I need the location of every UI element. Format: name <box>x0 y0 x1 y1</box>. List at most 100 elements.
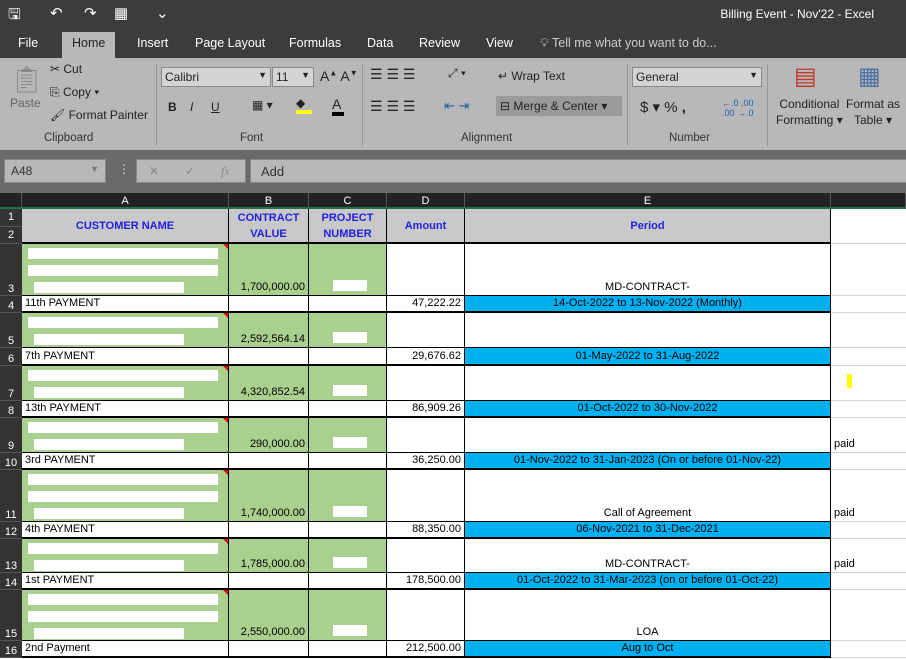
period-cell[interactable]: 01-Oct-2022 to 31-Mar-2023 (on or before… <box>465 573 831 590</box>
contract-value-cell[interactable] <box>229 641 309 658</box>
merge-center-button[interactable]: ⊟ Merge & Center ▾ <box>496 96 622 116</box>
contract-value-cell[interactable] <box>229 453 309 470</box>
amount-cell[interactable] <box>387 470 465 522</box>
project-number-cell[interactable] <box>309 348 387 366</box>
customer-name-cell[interactable]: 11th PAYMENT <box>22 296 229 313</box>
borders-icon[interactable]: ▦ ▾ <box>252 98 273 112</box>
project-number-cell[interactable] <box>309 470 387 522</box>
row-header-8[interactable]: 8 <box>0 401 22 418</box>
period-cell[interactable]: 01-Nov-2022 to 31-Jan-2023 (On or before… <box>465 453 831 470</box>
contract-value-cell[interactable]: 4,320,852.54 <box>229 366 309 401</box>
customer-name-cell[interactable]: 13th PAYMENT <box>22 401 229 418</box>
status-cell[interactable] <box>831 641 906 658</box>
amount-cell[interactable] <box>387 590 465 641</box>
amount-cell[interactable]: 88,350.00 <box>387 522 465 539</box>
form-icon[interactable]: ▦ <box>114 4 128 22</box>
font-name-select[interactable]: Calibri ▼ <box>161 67 271 87</box>
status-cell[interactable] <box>831 573 906 590</box>
conditional-formatting-button[interactable]: Conditional Formatting ▾ <box>776 96 843 128</box>
status-cell[interactable] <box>831 296 906 313</box>
name-box[interactable]: A48 ▼ <box>4 159 106 183</box>
italic-button[interactable]: I <box>190 100 193 114</box>
project-number-cell[interactable] <box>309 418 387 453</box>
tab-file[interactable]: File <box>18 36 38 50</box>
orientation-icon[interactable]: ⤢ ▾ <box>448 66 466 81</box>
contract-value-cell[interactable] <box>229 573 309 590</box>
status-cell[interactable] <box>831 590 906 641</box>
customer-name-cell[interactable]: 4th PAYMENT <box>22 522 229 539</box>
row-header-16[interactable]: 16 <box>0 641 22 658</box>
tab-page-layout[interactable]: Page Layout <box>195 36 265 50</box>
enter-icon[interactable]: ✓ <box>185 164 195 178</box>
font-size-select[interactable]: 11 ▼ <box>272 67 314 87</box>
number-format-select[interactable]: General ▼ <box>632 67 762 87</box>
customer-name-cell[interactable] <box>22 470 229 522</box>
contract-value-cell[interactable]: 1,785,000.00 <box>229 539 309 573</box>
project-number-cell[interactable] <box>309 244 387 296</box>
column-header-C[interactable]: C <box>309 193 387 209</box>
period-cell[interactable]: 01-May-2022 to 31-Aug-2022 <box>465 348 831 366</box>
insert-function-icon[interactable]: fx <box>221 164 230 179</box>
contract-value-cell[interactable]: 1,740,000.00 <box>229 470 309 522</box>
period-cell[interactable] <box>465 366 831 401</box>
row-header-1[interactable]: 1 <box>0 209 22 227</box>
underline-button[interactable]: U <box>211 100 220 114</box>
project-number-cell[interactable] <box>309 641 387 658</box>
decimal-icons[interactable]: ←.0 .00.00 →.0 <box>722 98 754 118</box>
status-cell[interactable] <box>831 313 906 348</box>
horizontal-align-icons[interactable]: ☰ ☰ ☰ <box>370 98 415 115</box>
amount-cell[interactable]: 29,676.62 <box>387 348 465 366</box>
customer-name-cell[interactable]: 2nd Payment <box>22 641 229 658</box>
period-cell[interactable] <box>465 418 831 453</box>
period-cell[interactable]: 14-Oct-2022 to 13-Nov-2022 (Monthly) <box>465 296 831 313</box>
customer-name-cell[interactable] <box>22 590 229 641</box>
status-cell[interactable] <box>831 401 906 418</box>
status-cell[interactable] <box>831 522 906 539</box>
row-header-13[interactable]: 13 <box>0 539 22 573</box>
period-cell[interactable]: MD-CONTRACT- <box>465 244 831 296</box>
project-number-cell[interactable] <box>309 522 387 539</box>
column-header-A[interactable]: A <box>22 193 229 209</box>
row-header-3[interactable]: 3 <box>0 244 22 296</box>
font-color-icon[interactable]: A <box>332 96 344 116</box>
fill-color-icon[interactable]: ◆ <box>296 96 312 114</box>
period-cell[interactable]: 06-Nov-2021 to 31-Dec-2021 <box>465 522 831 539</box>
formula-input[interactable]: Add <box>250 159 906 183</box>
customer-name-cell[interactable] <box>22 313 229 348</box>
amount-cell[interactable]: 86,909.26 <box>387 401 465 418</box>
amount-cell[interactable]: 212,500.00 <box>387 641 465 658</box>
paste-button[interactable]: Paste <box>10 96 41 110</box>
amount-cell[interactable] <box>387 313 465 348</box>
status-cell[interactable]: paid <box>831 418 906 453</box>
period-cell[interactable]: MD-CONTRACT- <box>465 539 831 573</box>
vertical-align-icons[interactable]: ☰ ☰ ☰ <box>370 66 415 83</box>
wrap-text-button[interactable]: ↵ Wrap Text <box>498 69 565 83</box>
project-number-cell[interactable] <box>309 539 387 573</box>
tab-home[interactable]: Home <box>62 32 116 58</box>
amount-cell[interactable]: 36,250.00 <box>387 453 465 470</box>
row-header-5[interactable]: 5 <box>0 313 22 348</box>
amount-cell[interactable] <box>387 244 465 296</box>
status-cell[interactable] <box>831 348 906 366</box>
period-cell[interactable]: 01-Oct-2022 to 30-Nov-2022 <box>465 401 831 418</box>
column-header-B[interactable]: B <box>229 193 309 209</box>
amount-cell[interactable]: 47,222.22 <box>387 296 465 313</box>
row-header-10[interactable]: 10 <box>0 453 22 470</box>
project-number-cell[interactable] <box>309 590 387 641</box>
row-header-11[interactable]: 11 <box>0 470 22 522</box>
contract-value-cell[interactable]: 2,592,564.14 <box>229 313 309 348</box>
project-number-cell[interactable] <box>309 573 387 590</box>
indent-icons[interactable]: ⇤ ⇥ <box>444 98 469 114</box>
status-cell[interactable] <box>831 244 906 296</box>
contract-value-cell[interactable]: 2,550,000.00 <box>229 590 309 641</box>
cancel-icon[interactable]: ✕ <box>149 164 159 178</box>
amount-cell[interactable] <box>387 539 465 573</box>
period-cell[interactable]: Aug to Oct <box>465 641 831 658</box>
copy-button[interactable]: ⎘ Copy ▾ <box>50 85 99 100</box>
row-header-15[interactable]: 15 <box>0 590 22 641</box>
customer-name-cell[interactable] <box>22 366 229 401</box>
customer-name-cell[interactable]: 1st PAYMENT <box>22 573 229 590</box>
status-cell[interactable] <box>831 366 906 401</box>
contract-value-cell[interactable] <box>229 522 309 539</box>
row-header-9[interactable]: 9 <box>0 418 22 453</box>
